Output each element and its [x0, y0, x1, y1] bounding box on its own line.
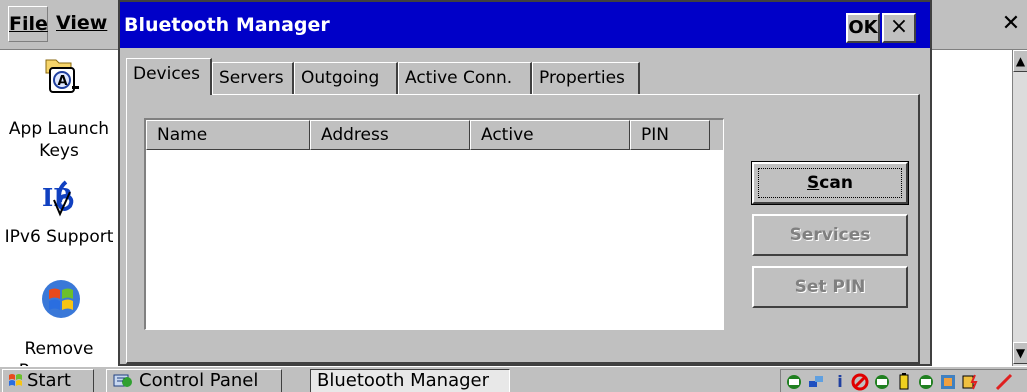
set-pin-button[interactable]: Set PIN — [752, 266, 908, 308]
info-icon[interactable]: i — [831, 373, 849, 391]
close-button[interactable]: × — [882, 13, 916, 43]
focus-rect — [758, 168, 902, 198]
power-icon[interactable] — [961, 373, 979, 391]
menu-file[interactable]: File — [8, 6, 48, 42]
control-panel-close-button[interactable]: ✕ — [996, 6, 1026, 42]
taskbar-item-control-panel[interactable]: Control Panel — [106, 369, 282, 392]
vertical-scrollbar[interactable]: ▲ ▼ — [1012, 50, 1027, 366]
scan-button[interactable]: Scan — [751, 161, 909, 205]
start-button[interactable]: Start — [2, 369, 94, 392]
status-icon[interactable] — [873, 373, 891, 391]
bluetooth-manager-dialog: Bluetooth Manager OK × Devices Servers O… — [118, 0, 932, 366]
control-panel-icon — [113, 374, 132, 387]
devices-list[interactable]: Name Address Active PIN — [144, 118, 724, 330]
scroll-up-button[interactable]: ▲ — [1013, 50, 1027, 72]
taskbar: Start Control Panel Bluetooth Manager i — [0, 366, 1027, 392]
tab-servers[interactable]: Servers — [212, 62, 294, 94]
scroll-down-button[interactable]: ▼ — [1013, 342, 1027, 364]
windows-flag-icon — [42, 280, 80, 318]
tab-active-conn[interactable]: Active Conn. — [398, 62, 532, 94]
taskbar-item-bluetooth-manager[interactable]: Bluetooth Manager — [310, 369, 510, 392]
system-tray: i — [780, 369, 1027, 392]
tab-properties[interactable]: Properties — [532, 62, 640, 94]
column-active[interactable]: Active — [470, 120, 630, 150]
tab-devices[interactable]: Devices — [126, 58, 212, 95]
app-launch-keys-icon: A — [45, 59, 79, 93]
network-icon[interactable] — [807, 373, 825, 391]
svg-text:A: A — [58, 74, 68, 89]
status-icon-2[interactable] — [917, 373, 935, 391]
menu-view[interactable]: View — [56, 6, 116, 42]
ok-button[interactable]: OK — [846, 13, 880, 43]
device-icon[interactable] — [939, 373, 957, 391]
keyboard-icon[interactable] — [785, 373, 803, 391]
app-launch-keys-label: App Launch Keys — [8, 119, 110, 161]
control-panel-empty-area — [932, 50, 1012, 366]
dialog-title: Bluetooth Manager — [124, 14, 330, 36]
no-signal-icon[interactable] — [851, 373, 869, 391]
remove-programs-label: Remove Programs — [19, 339, 100, 366]
dialog-title-bar[interactable]: Bluetooth Manager OK × — [120, 2, 930, 48]
battery-icon[interactable] — [895, 373, 913, 391]
column-pin[interactable]: PIN — [630, 120, 710, 150]
control-panel-icon-list: A App Launch Keys IP IPv6 Support Remove — [0, 50, 118, 366]
start-label: Start — [27, 370, 71, 391]
services-button[interactable]: Services — [752, 214, 908, 256]
ipv6-support-label: IPv6 Support — [4, 227, 114, 247]
column-name[interactable]: Name — [146, 120, 310, 150]
column-address[interactable]: Address — [310, 120, 470, 150]
ipv6-icon: IP — [42, 180, 74, 217]
control-panel-label: Control Panel — [139, 370, 259, 391]
devices-list-header: Name Address Active PIN — [146, 120, 723, 150]
windows-flag-icon — [9, 374, 22, 386]
tab-outgoing[interactable]: Outgoing — [294, 62, 398, 94]
pen-icon[interactable] — [995, 373, 1013, 391]
